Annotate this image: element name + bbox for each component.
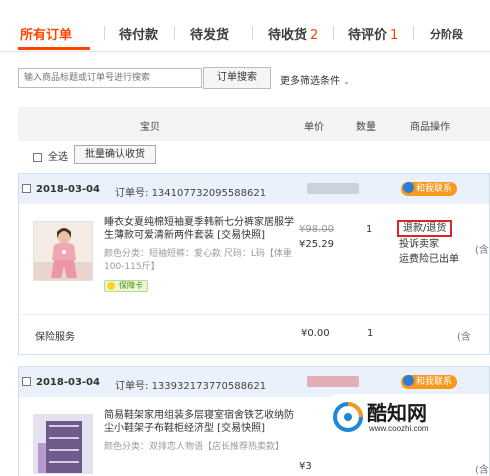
tab-count-badge: 1 <box>390 28 399 43</box>
order-checkbox[interactable] <box>22 377 31 386</box>
shipping-insurance-link[interactable]: 运费险已出单 <box>399 252 459 267</box>
tab-staged[interactable]: 分阶段 <box>430 26 463 42</box>
product-title[interactable]: 睡衣女夏纯棉短袖夏季韩新七分裤家居服学生薄款可爱清新两件套装 [交易快照] <box>104 216 299 242</box>
column-header-item: 宝贝 <box>140 122 160 133</box>
order-card: 2018-03-04 订单号: 134107732095588621 和我联系 … <box>18 173 490 355</box>
order-number: 订单号: 134107732095588621 <box>115 188 267 199</box>
order-checkbox[interactable] <box>22 184 31 193</box>
select-all-checkbox[interactable]: 全选 <box>33 148 68 163</box>
order-date: 2018-03-04 <box>36 184 100 195</box>
contact-seller-button[interactable]: 和我联系 <box>401 182 458 196</box>
order-header: 2018-03-04 订单号: 133932173770588621 和我联系 <box>19 367 489 397</box>
shop-name-blurred <box>307 183 359 194</box>
original-price: ¥98.00 <box>299 224 334 235</box>
shoe-rack-image <box>34 415 92 473</box>
unit-price: ¥25.29 <box>299 239 334 250</box>
order-item: 睡衣女夏纯棉短袖夏季韩新七分裤家居服学生薄款可爱清新两件套装 [交易快照] 颜色… <box>19 204 489 314</box>
chat-icon <box>403 182 414 193</box>
column-header-qty: 数量 <box>356 122 376 133</box>
service-price: ¥0.00 <box>301 328 330 339</box>
watermark-url: www.coozhi.com <box>369 424 429 433</box>
coozhi-logo-icon <box>333 402 363 432</box>
pajamas-image <box>34 222 92 280</box>
order-tabs: 所有订单 待付款 待发货 待收货 2 待评价 1 分阶段 <box>0 0 490 52</box>
truncated-text: (含 <box>457 332 471 343</box>
tab-pending-payment[interactable]: 待付款 <box>119 24 158 43</box>
table-header: 宝贝 单价 数量 商品操作 <box>18 107 490 141</box>
order-search-input[interactable] <box>18 68 202 88</box>
shop-name-blurred <box>307 376 359 387</box>
product-attributes: 颜色分类：双排恋人物语【店长推荐热卖款】 <box>104 442 285 452</box>
item-actions: 退款/退货 投诉卖家 运费险已出单 <box>397 220 459 267</box>
unit-price: ¥3 <box>299 461 312 472</box>
tab-count-badge: 2 <box>310 28 319 43</box>
tab-pending-review[interactable]: 待评价 1 <box>348 24 398 43</box>
site-watermark: 酷知网 www.coozhi.com <box>333 394 489 458</box>
more-filters-dropdown[interactable]: 更多筛选条件 ⌄ <box>280 72 350 87</box>
truncated-text: (含 <box>475 245 489 256</box>
tab-divider <box>252 26 253 40</box>
tab-pending-receipt[interactable]: 待收货 2 <box>268 24 318 43</box>
chat-icon <box>403 375 414 386</box>
order-number: 订单号: 133932173770588621 <box>115 381 267 392</box>
refund-return-link[interactable]: 退款/退货 <box>397 220 453 237</box>
order-header: 2018-03-04 订单号: 134107732095588621 和我联系 <box>19 174 489 204</box>
truncated-text: (含 <box>475 465 489 476</box>
guarantee-badge[interactable]: 保障卡 <box>104 280 148 292</box>
watermark-name: 酷知网 <box>367 401 427 425</box>
item-quantity: 1 <box>366 224 373 235</box>
product-thumbnail[interactable] <box>33 414 93 474</box>
column-header-actions: 商品操作 <box>410 122 450 133</box>
tab-divider <box>413 26 414 40</box>
product-thumbnail[interactable] <box>33 221 93 281</box>
tab-divider <box>104 26 105 40</box>
complain-seller-link[interactable]: 投诉卖家 <box>399 237 459 252</box>
service-label: 保险服务 <box>35 332 75 343</box>
tab-pending-shipment[interactable]: 待发货 <box>190 24 229 43</box>
column-header-price: 单价 <box>304 122 324 133</box>
order-search-button[interactable]: 订单搜索 <box>203 67 271 89</box>
product-attributes: 颜色分类：短袖短裤：爱心款 尺码：L码【体重100-115斤】 <box>104 249 292 272</box>
product-title[interactable]: 简易鞋架家用组装多层寝室宿舍铁艺收纳防尘小鞋架子布鞋柜经济型 [交易快照] <box>104 409 299 435</box>
chevron-down-icon: ⌄ <box>343 77 350 86</box>
order-date: 2018-03-04 <box>36 377 100 388</box>
insurance-service-row: 保险服务 ¥0.00 1 (含 <box>19 314 489 354</box>
tab-divider <box>333 26 334 40</box>
contact-seller-button[interactable]: 和我联系 <box>401 375 458 389</box>
checkbox-icon <box>33 152 42 162</box>
service-qty: 1 <box>367 328 374 339</box>
tab-divider <box>174 26 175 40</box>
active-tab-indicator <box>18 47 90 50</box>
batch-confirm-button[interactable]: 批量确认收货 <box>74 145 156 164</box>
tab-all-orders[interactable]: 所有订单 <box>20 24 72 43</box>
